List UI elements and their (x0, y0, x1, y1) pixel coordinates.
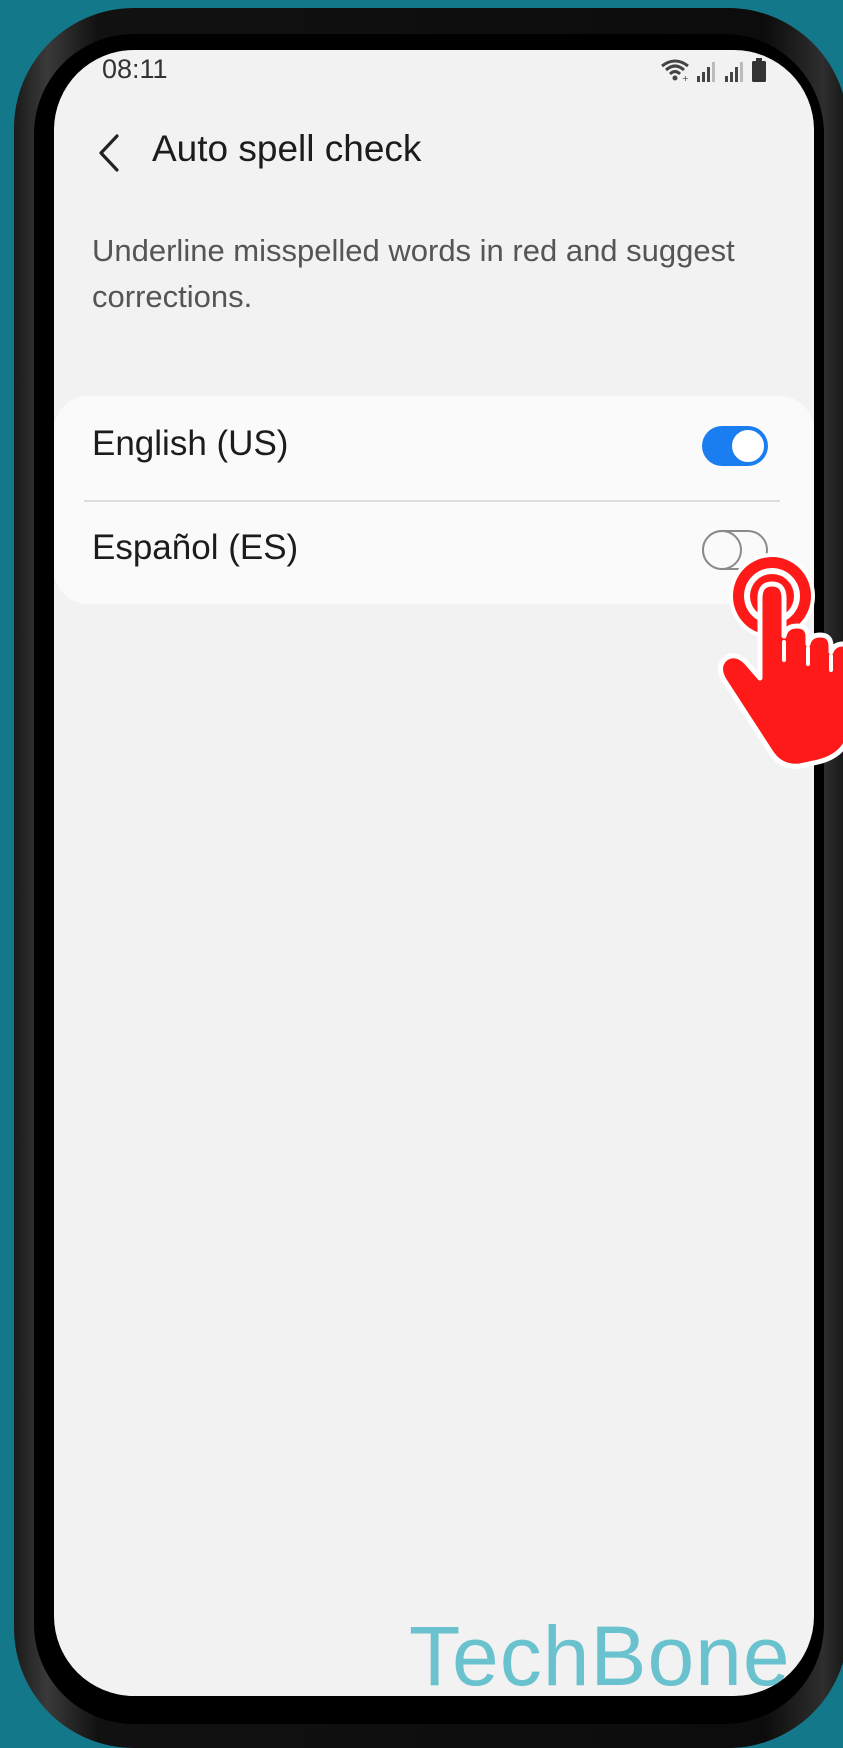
status-bar: 08:11 + (54, 50, 814, 98)
phone-screen: 08:11 + Auto spell check Underline missp… (54, 50, 814, 1696)
chevron-left-icon (99, 134, 119, 172)
svg-text:+: + (682, 74, 689, 82)
toggle-knob (730, 428, 766, 464)
language-label: English (US) (92, 424, 289, 463)
description-text: Underline misspelled words in red and su… (92, 233, 735, 314)
tap-hand-icon (718, 553, 843, 769)
signal-icon (725, 62, 743, 82)
signal-icon (697, 62, 715, 82)
list-item-english-us[interactable]: English (US) (54, 396, 814, 500)
app-bar: Auto spell check (54, 118, 814, 188)
watermark-logo: TechBone (409, 1609, 791, 1696)
wifi-icon: + (661, 59, 689, 82)
status-time: 08:11 (102, 54, 168, 84)
status-icons: + (660, 56, 766, 82)
language-label: Español (ES) (92, 528, 299, 567)
back-button[interactable] (84, 126, 134, 180)
battery-icon (752, 58, 766, 82)
page-title: Auto spell check (152, 128, 422, 169)
english-us-toggle[interactable] (702, 426, 768, 466)
